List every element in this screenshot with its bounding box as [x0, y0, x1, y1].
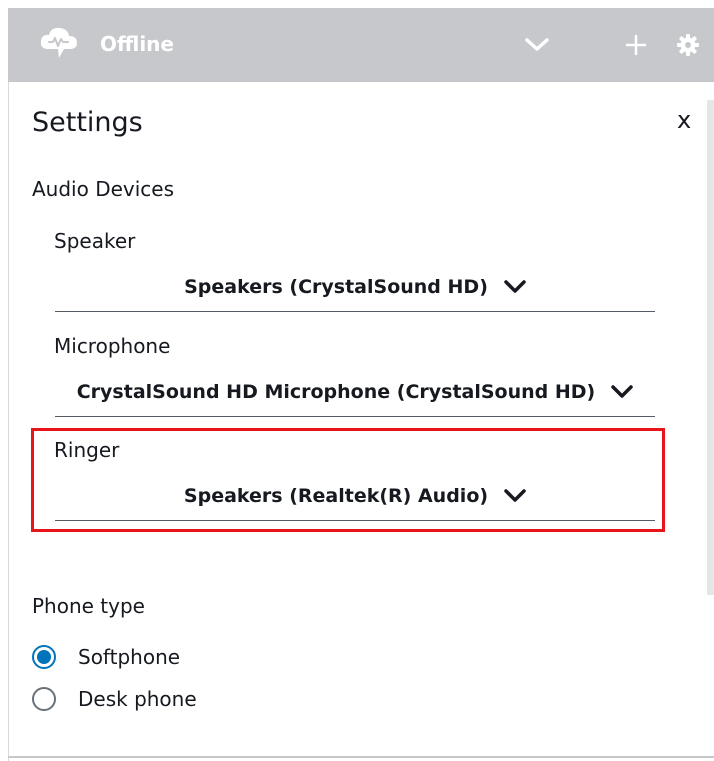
- gear-icon: [677, 34, 699, 56]
- top-bar: Offline: [8, 8, 714, 83]
- settings-panel: Settings x Audio Devices Speaker Speaker…: [8, 82, 714, 761]
- page-title: Settings: [32, 107, 143, 138]
- cloud-phone-icon: [38, 25, 80, 63]
- desk-phone-label: Desk phone: [78, 687, 197, 711]
- close-button[interactable]: x: [677, 106, 691, 134]
- microphone-select[interactable]: CrystalSound HD Microphone (CrystalSound…: [55, 368, 655, 417]
- ringer-label: Ringer: [54, 438, 120, 462]
- chevron-down-icon: [504, 280, 526, 294]
- microphone-label: Microphone: [54, 334, 171, 358]
- radio-selected-dot: [37, 650, 51, 664]
- speaker-label: Speaker: [54, 229, 136, 253]
- scrollbar[interactable]: [707, 100, 714, 595]
- speaker-select[interactable]: Speakers (CrystalSound HD): [55, 263, 655, 312]
- agent-status: Offline: [100, 32, 174, 56]
- desk-phone-option[interactable]: Desk phone: [32, 687, 197, 711]
- divider: [8, 756, 714, 758]
- plus-icon: [625, 34, 647, 56]
- ringer-select[interactable]: Speakers (Realtek(R) Audio): [55, 472, 655, 521]
- microphone-value: CrystalSound HD Microphone (CrystalSound…: [76, 381, 596, 403]
- speaker-value: Speakers (CrystalSound HD): [184, 276, 488, 298]
- audio-devices-heading: Audio Devices: [32, 177, 175, 201]
- chevron-down-icon: [611, 385, 633, 399]
- chevron-down-icon: [525, 38, 549, 51]
- chevron-down-icon: [504, 489, 526, 503]
- phone-type-heading: Phone type: [32, 594, 145, 618]
- softphone-label: Softphone: [78, 645, 181, 669]
- softphone-radio[interactable]: [32, 645, 56, 669]
- softphone-option[interactable]: Softphone: [32, 645, 180, 669]
- desk-phone-radio[interactable]: [32, 687, 56, 711]
- status-dropdown-button[interactable]: [522, 30, 552, 60]
- settings-button[interactable]: [675, 30, 701, 60]
- add-button[interactable]: [624, 30, 648, 60]
- ringer-value: Speakers (Realtek(R) Audio): [183, 485, 489, 507]
